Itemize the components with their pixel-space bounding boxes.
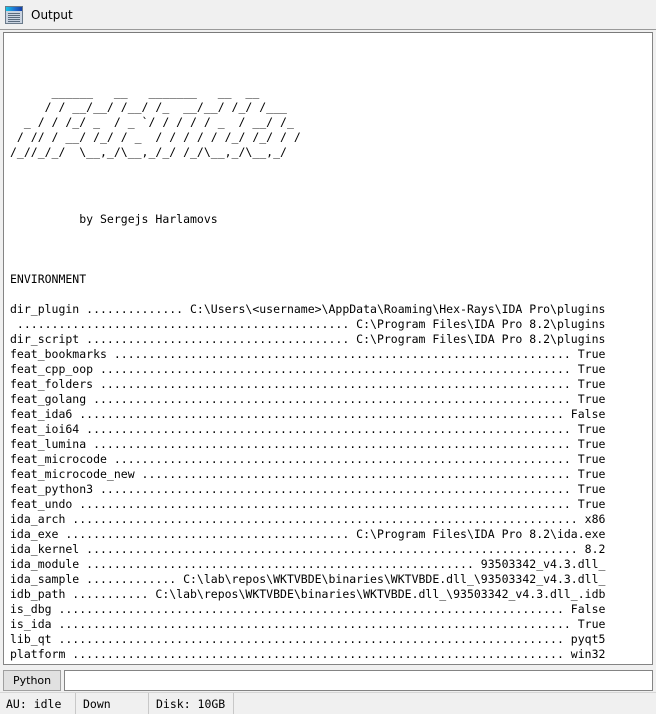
environment-listing: ENVIRONMENT dir_plugin .............. C:… — [10, 272, 606, 664]
output-log[interactable]: ______ __ _______ __ __ / / __/__/ /__/ … — [10, 33, 652, 664]
output-pane[interactable]: ______ __ _______ __ __ / / __/__/ /__/ … — [3, 32, 653, 665]
status-bar: AU: idle Down Disk: 10GB — [0, 692, 656, 714]
output-window: Output ______ __ _______ __ __ / / __/__… — [0, 0, 656, 714]
console-input[interactable] — [64, 669, 653, 691]
status-auto-analysis: AU: idle — [0, 693, 76, 714]
window-title: Output — [31, 7, 73, 22]
language-selector-button[interactable]: Python — [3, 669, 62, 691]
status-network: Down — [76, 693, 149, 714]
console-input-row: Python — [0, 668, 656, 692]
window-titlebar: Output — [0, 0, 656, 30]
ascii-art-banner: ______ __ _______ __ __ / / __/__/ /__/ … — [10, 85, 301, 159]
status-disk: Disk: 10GB — [149, 693, 234, 714]
output-document-icon — [5, 5, 23, 24]
banner-author: by Sergejs Harlamovs — [10, 212, 218, 226]
